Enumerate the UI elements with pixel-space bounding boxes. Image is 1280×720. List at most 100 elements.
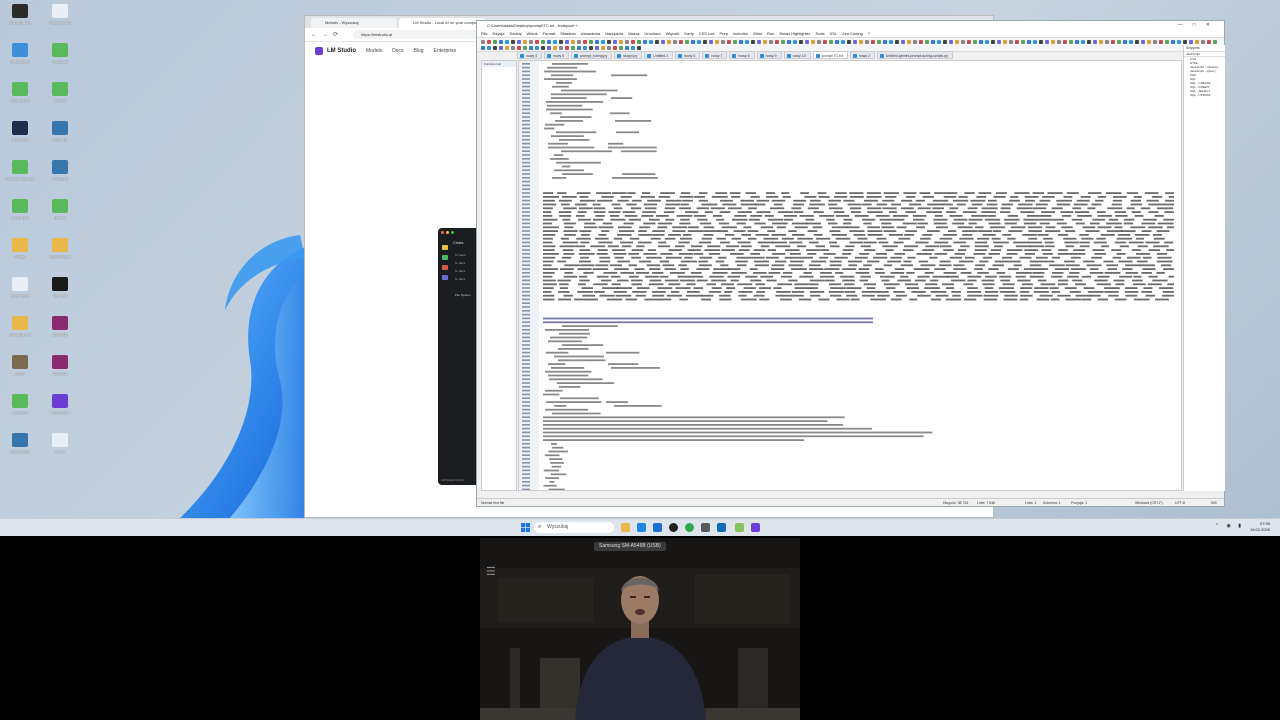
close-dot-icon[interactable] <box>441 231 444 234</box>
desktop-icon[interactable]: Autoclicker <box>0 43 40 79</box>
toolbar-button-icon[interactable] <box>625 40 629 44</box>
toolbar-button-icon[interactable] <box>661 40 665 44</box>
document-tab[interactable]: Untitled-1 <box>644 51 674 59</box>
toolbar-button-icon[interactable] <box>553 46 557 50</box>
toolbar-button-icon[interactable] <box>571 40 575 44</box>
toolbar-button-icon[interactable] <box>1207 40 1211 44</box>
toolbar-button-icon[interactable] <box>787 40 791 44</box>
toolbar-button-icon[interactable] <box>1147 40 1151 44</box>
toolbar-button-icon[interactable] <box>529 40 533 44</box>
menu-item[interactable]: XSL <box>830 30 838 37</box>
toolbar-button-icon[interactable] <box>895 40 899 44</box>
menu-item[interactable]: Narzędzia <box>605 30 623 37</box>
desktop-icon[interactable]: WinRAR <box>40 316 80 352</box>
toolbar-button-icon[interactable] <box>793 40 797 44</box>
toolbar-button-icon[interactable] <box>685 40 689 44</box>
toolbar-button-icon[interactable] <box>577 46 581 50</box>
desktop-icon[interactable]: Ustawienia <box>0 277 40 313</box>
menu-item[interactable]: Run <box>767 30 774 37</box>
site-brand[interactable]: LM Studio <box>327 48 356 54</box>
toolbar-button-icon[interactable] <box>619 40 623 44</box>
toolbar-button-icon[interactable] <box>1015 40 1019 44</box>
toolbar-button-icon[interactable] <box>601 46 605 50</box>
toolbar-button-icon[interactable] <box>505 40 509 44</box>
toolbar-button-icon[interactable] <box>649 40 653 44</box>
toolbar-button-icon[interactable] <box>619 46 623 50</box>
toolbar-button-icon[interactable] <box>1105 40 1109 44</box>
toolbar-button-icon[interactable] <box>859 40 863 44</box>
toolbar-button-icon[interactable] <box>673 40 677 44</box>
toolbar-button-icon[interactable] <box>511 46 515 50</box>
chrome-icon[interactable] <box>685 523 694 532</box>
toolbar-button-icon[interactable] <box>709 40 713 44</box>
toolbar-button-icon[interactable] <box>1051 40 1055 44</box>
toolbar-button-icon[interactable] <box>517 46 521 50</box>
toolbar-button-icon[interactable] <box>1183 40 1187 44</box>
desktop-icon[interactable]: OBS Studio <box>0 4 40 40</box>
toolbar-button-icon[interactable] <box>637 46 641 50</box>
toolbar-button-icon[interactable] <box>577 40 581 44</box>
desktop-icon[interactable]: LM Studio <box>40 394 80 430</box>
document-tab[interactable]: nowy 5 <box>544 51 570 59</box>
notepadpp-window[interactable]: C:\Users\lasek\Desktop\prompt\TC.txt - N… <box>476 20 1225 507</box>
hamburger-menu-icon[interactable]: ☰ <box>486 565 496 578</box>
toolbar-button-icon[interactable] <box>607 40 611 44</box>
toolbar-button-icon[interactable] <box>487 46 491 50</box>
desktop-icon[interactable]: WinRAR <box>40 355 80 391</box>
toolbar-button-icon[interactable] <box>523 40 527 44</box>
toolbar-button-icon[interactable] <box>967 40 971 44</box>
lmstudio-icon[interactable] <box>751 523 760 532</box>
models-icon[interactable] <box>442 265 448 270</box>
toolbar-button-icon[interactable] <box>1117 40 1121 44</box>
toolbar-button-icon[interactable] <box>817 40 821 44</box>
toolbar-button-icon[interactable] <box>973 40 977 44</box>
taskbar-app-icon[interactable] <box>637 523 646 532</box>
document-tab[interactable]: nowy 8 <box>729 51 755 59</box>
toolbar-button-icon[interactable] <box>1069 40 1073 44</box>
toolbar-button-icon[interactable] <box>1111 40 1115 44</box>
toolbar-button-icon[interactable] <box>835 40 839 44</box>
toolbar-button-icon[interactable] <box>1021 40 1025 44</box>
toolbar-button-icon[interactable] <box>1195 40 1199 44</box>
toolbar-button-icon[interactable] <box>727 40 731 44</box>
desktop-icon[interactable]: Dokumenty <box>0 316 40 352</box>
toolbar-button-icon[interactable] <box>499 46 503 50</box>
toolbar-button-icon[interactable] <box>601 40 605 44</box>
toolbar-button-icon[interactable] <box>931 40 935 44</box>
toolbar-button-icon[interactable] <box>715 40 719 44</box>
toolbar-button-icon[interactable] <box>487 40 491 44</box>
toolbar-button-icon[interactable] <box>913 40 917 44</box>
toolbar-button-icon[interactable] <box>919 40 923 44</box>
terminal-icon[interactable] <box>701 523 710 532</box>
toolbar-button-icon[interactable] <box>907 40 911 44</box>
toolbar-button-icon[interactable] <box>1027 40 1031 44</box>
toolbar-button-icon[interactable] <box>631 46 635 50</box>
toolbar-button-icon[interactable] <box>847 40 851 44</box>
menu-item[interactable]: CSS Lint <box>699 30 715 37</box>
toolbar-button-icon[interactable] <box>721 40 725 44</box>
toolbar-button-icon[interactable] <box>613 46 617 50</box>
toolbar-button-icon[interactable] <box>925 40 929 44</box>
lmstudio-logo-icon[interactable] <box>315 47 323 55</box>
menu-item[interactable]: Uruchom <box>644 30 660 37</box>
menu-item[interactable]: ? <box>868 30 870 37</box>
toolbar-button-icon[interactable] <box>871 40 875 44</box>
document-tab[interactable]: nowy 2 <box>849 51 875 59</box>
menu-item[interactable]: Edycja <box>492 30 504 37</box>
toolbar-button-icon[interactable] <box>511 40 515 44</box>
minimize-dot-icon[interactable] <box>446 231 449 234</box>
toolbar-button-icon[interactable] <box>523 46 527 50</box>
toolbar-button-icon[interactable] <box>751 40 755 44</box>
obs-icon[interactable] <box>669 523 678 532</box>
desktop-icon[interactable]: Kosz <box>40 433 80 469</box>
toolbar-button-icon[interactable] <box>1087 40 1091 44</box>
toolbar-button-icon[interactable] <box>1213 40 1217 44</box>
browser-tab-active[interactable]: LM Studio - Local AI on your computer <box>399 18 485 28</box>
menu-item[interactable]: Prep <box>720 30 728 37</box>
toolbar-button-icon[interactable] <box>1153 40 1157 44</box>
toolbar-button-icon[interactable] <box>775 40 779 44</box>
toolbar-button-icon[interactable] <box>853 40 857 44</box>
toolbar-button-icon[interactable] <box>553 40 557 44</box>
menu-item[interactable]: Wtyczki <box>666 30 680 37</box>
toolbar-button-icon[interactable] <box>757 40 761 44</box>
